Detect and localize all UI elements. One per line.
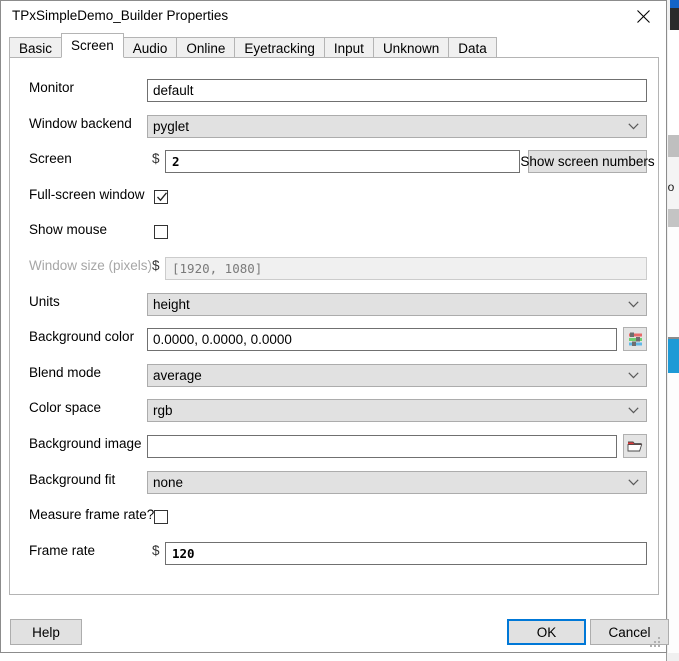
label-background-color: Background color (29, 329, 134, 344)
form-row: Background fit none (10, 464, 658, 500)
label-background-image: Background image (29, 436, 142, 451)
select-units[interactable]: height (147, 293, 647, 316)
background-window-panel-6 (668, 373, 679, 653)
form-row: Background color 0.0000, 0.0000, 0.0000 (10, 321, 658, 357)
select-background-fit[interactable]: none (147, 471, 647, 494)
label-units: Units (29, 294, 60, 309)
dialog-title: TPxSimpleDemo_Builder Properties (12, 8, 228, 23)
open-folder-icon[interactable] (623, 434, 647, 458)
input-frame-rate[interactable]: 120 (165, 542, 647, 565)
input-monitor[interactable]: default (147, 79, 647, 102)
checkbox-measure-frame-rate[interactable] (154, 510, 168, 524)
chevron-down-icon (628, 365, 639, 386)
chevron-down-icon (628, 400, 639, 421)
form-row: Blend mode average (10, 357, 658, 393)
background-window-panel-5 (668, 227, 679, 337)
background-window-panel-1 (668, 30, 679, 135)
input-background-image[interactable] (147, 435, 617, 458)
background-window-selected-item (668, 339, 679, 373)
properties-dialog: TPxSimpleDemo_Builder Properties BasicSc… (0, 0, 667, 653)
background-window-partial-text: lo (665, 180, 679, 194)
chevron-down-icon (628, 116, 639, 137)
input-window-size-pixels: [1920, 1080] (165, 257, 647, 280)
select-value-blend-mode: average (153, 368, 202, 383)
select-value-units: height (153, 297, 190, 312)
checkbox-show-mouse[interactable] (154, 225, 168, 239)
form-row: Monitor default (10, 72, 658, 108)
screen-settings-pane: Monitor default Window backend pyglet Screen… (9, 57, 659, 595)
label-color-space: Color space (29, 400, 101, 415)
dialog-titlebar: TPxSimpleDemo_Builder Properties (1, 1, 666, 32)
select-color-space[interactable]: rgb (147, 399, 647, 422)
tab-input[interactable]: Input (324, 37, 374, 58)
form-row: Window backend pyglet (10, 108, 658, 144)
label-measure-frame-rate: Measure frame rate? (29, 507, 154, 522)
tab-online[interactable]: Online (176, 37, 235, 58)
form-row: Units height (10, 286, 658, 322)
ok-button[interactable]: OK (507, 619, 586, 645)
form-row: Color space rgb (10, 392, 658, 428)
close-icon[interactable] (620, 1, 666, 31)
tab-eyetracking[interactable]: Eyetracking (234, 37, 325, 58)
form-row: Full-screen window (10, 179, 658, 215)
select-value-window-backend: pyglet (153, 119, 189, 134)
form-row: Frame rate $120 (10, 535, 658, 571)
chevron-down-icon (628, 472, 639, 493)
label-blend-mode: Blend mode (29, 365, 101, 380)
label-monitor: Monitor (29, 80, 74, 95)
help-button[interactable]: Help (10, 619, 82, 645)
tab-data[interactable]: Data (448, 37, 497, 58)
label-screen: Screen (29, 151, 72, 166)
input-background-color[interactable]: 0.0000, 0.0000, 0.0000 (147, 328, 617, 351)
tab-basic[interactable]: Basic (9, 37, 62, 58)
label-show-mouse: Show mouse (29, 222, 107, 237)
chevron-down-icon (628, 294, 639, 315)
checkbox-full-screen-window[interactable] (154, 190, 168, 204)
form-row: Window size (pixels)$ [1920, 1080] (10, 250, 658, 286)
tab-bar: BasicScreenAudioOnlineEyetrackingInputUn… (9, 33, 496, 58)
tab-screen[interactable]: Screen (61, 33, 124, 58)
label-background-fit: Background fit (29, 472, 115, 487)
resize-grip[interactable] (650, 637, 662, 649)
background-window-accent-top (670, 0, 679, 8)
tab-unknown[interactable]: Unknown (373, 37, 449, 58)
background-window-panel-4 (668, 209, 679, 227)
select-blend-mode[interactable]: average (147, 364, 647, 387)
select-value-background-fit: none (153, 475, 183, 490)
label-window-size-pixels: Window size (pixels) (29, 258, 152, 273)
input-screen[interactable]: 2 (165, 150, 520, 173)
form-row: Measure frame rate? (10, 499, 658, 535)
form-row: Screen $2 Show screen numbers (10, 143, 658, 179)
label-full-screen-window: Full-screen window (29, 187, 145, 202)
dollar-prefix-window-size-pixels: $ (152, 258, 160, 273)
tab-audio[interactable]: Audio (123, 37, 178, 58)
select-value-color-space: rgb (153, 403, 173, 418)
form-row: Background image (10, 428, 658, 464)
select-window-backend[interactable]: pyglet (147, 115, 647, 138)
background-window-panel-2 (668, 135, 679, 157)
dollar-prefix-screen: $ (152, 151, 160, 166)
form-row: Show mouse (10, 214, 658, 250)
dollar-prefix-frame-rate: $ (152, 543, 160, 558)
show-screen-numbers-button[interactable]: Show screen numbers (528, 150, 647, 173)
label-frame-rate: Frame rate (29, 543, 95, 558)
color-picker-icon[interactable] (623, 327, 647, 351)
label-window-backend: Window backend (29, 116, 132, 131)
